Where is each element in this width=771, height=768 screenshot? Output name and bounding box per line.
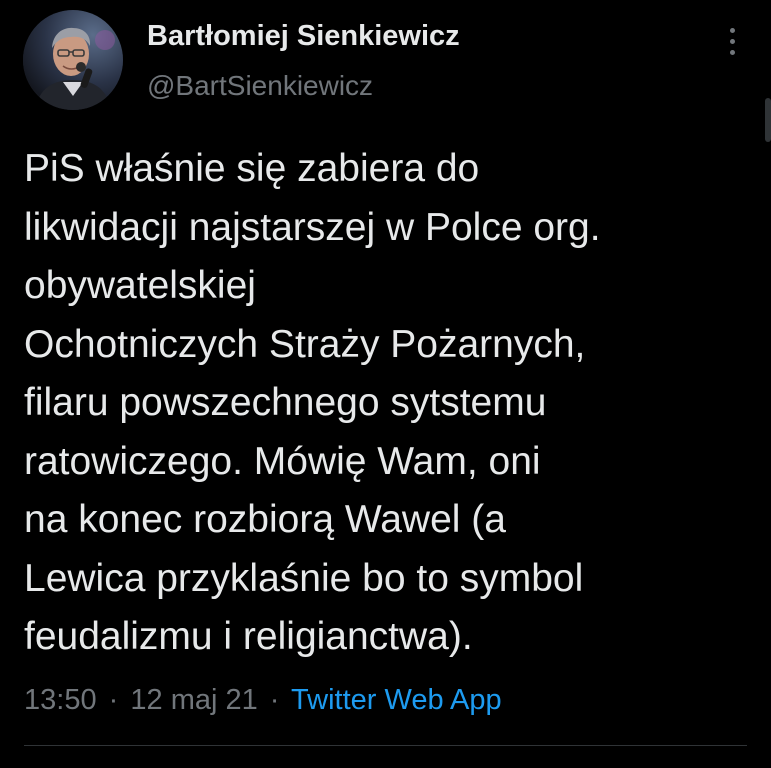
more-vertical-icon-dot: [730, 50, 735, 55]
tweet-metadata: 13:50 · 12 maj 21 · Twitter Web App: [24, 684, 502, 717]
tweet-source-link[interactable]: Twitter Web App: [291, 684, 502, 716]
more-options-button[interactable]: [718, 24, 748, 60]
tweet-text-line: likwidacji najstarszej w Polce org.: [24, 205, 601, 249]
author-handle[interactable]: @BartSienkiewicz: [147, 70, 373, 102]
avatar-photo-icon: [23, 10, 123, 110]
tweet-detail: Bartłomiej Sienkiewicz @BartSienkiewicz …: [0, 0, 771, 768]
tweet-date[interactable]: 12 maj 21: [130, 684, 257, 716]
tweet-text-line: obywatelskiej: [24, 264, 256, 307]
author-avatar[interactable]: [23, 10, 123, 110]
scrollbar[interactable]: [765, 98, 771, 142]
tweet-text-line: ratowiczego. Mówię Wam, oni: [24, 439, 541, 483]
tweet-time[interactable]: 13:50: [24, 684, 97, 716]
tweet-text-line: na konec rozbiorą Wawel (a: [24, 498, 506, 541]
tweet-text-line: Lewica przyklaśnie bo to symbol: [24, 556, 584, 600]
tweet-text-line: Ochotniczych Straży Pożarnych,: [24, 322, 586, 366]
tweet-text-line: filaru powszechnego sytstemu: [24, 381, 547, 424]
meta-separator: ·: [108, 684, 119, 716]
tweet-text-line: PiS właśnie się zabiera do: [24, 147, 480, 190]
divider: [24, 745, 747, 746]
more-vertical-icon: [730, 28, 735, 33]
tweet-text-line: feudalizmu i religianctwa).: [24, 615, 473, 658]
more-vertical-icon-dot: [730, 39, 735, 44]
tweet-text: PiS właśnie się zabiera do likwidacji na…: [24, 140, 754, 667]
meta-separator: ·: [269, 684, 280, 716]
author-name[interactable]: Bartłomiej Sienkiewicz: [147, 20, 460, 53]
